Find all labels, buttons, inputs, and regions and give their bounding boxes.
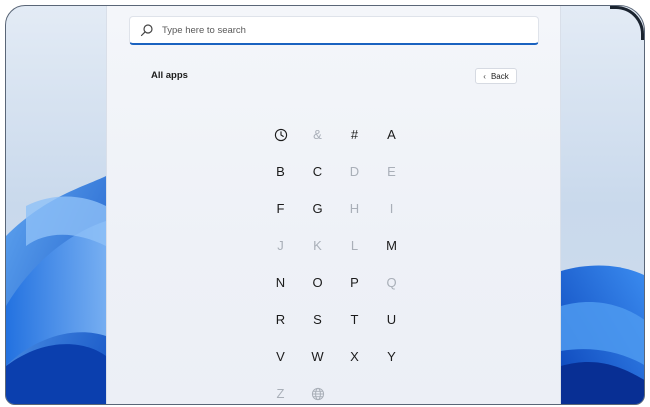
letter-label: S <box>313 312 322 327</box>
letter-cell[interactable]: R <box>262 301 299 338</box>
letter-cell[interactable]: F <box>262 190 299 227</box>
globe-icon <box>311 387 324 400</box>
letter-cell[interactable]: # <box>336 116 373 153</box>
letter-label: Q <box>386 275 397 290</box>
letter-cell: J <box>262 227 299 264</box>
letter-cell[interactable]: P <box>336 264 373 301</box>
letter-label: Z <box>276 386 285 401</box>
letter-cell[interactable]: A <box>373 116 410 153</box>
letter-cell-clock[interactable] <box>262 116 299 153</box>
letter-jump-grid: & # A B C D E F G H I J K L M N O P Q R S T U V W X Y Z <box>262 116 410 404</box>
back-button-label: Back <box>490 71 509 81</box>
letter-cell[interactable]: G <box>299 190 336 227</box>
letter-cell[interactable]: M <box>373 227 410 264</box>
letter-cell[interactable]: T <box>336 301 373 338</box>
letter-label: E <box>387 164 396 179</box>
search-input[interactable] <box>162 24 538 36</box>
letter-cell: H <box>336 190 373 227</box>
letter-cell: Z <box>262 375 299 404</box>
clock-icon <box>274 128 287 141</box>
letter-label: H <box>349 201 360 216</box>
letter-cell: D <box>336 153 373 190</box>
letter-cell-globe <box>299 375 336 404</box>
letter-cell: I <box>373 190 410 227</box>
letter-cell: K <box>299 227 336 264</box>
letter-cell[interactable]: O <box>299 264 336 301</box>
letter-label: U <box>386 312 397 327</box>
letter-label: Y <box>387 349 396 364</box>
letter-label: O <box>312 275 323 290</box>
all-apps-heading: All apps <box>151 70 188 81</box>
letter-cell[interactable]: S <box>299 301 336 338</box>
letter-cell[interactable]: U <box>373 301 410 338</box>
search-box[interactable] <box>129 16 539 45</box>
letter-cell: L <box>336 227 373 264</box>
letter-cell: Q <box>373 264 410 301</box>
letter-label: M <box>386 238 397 253</box>
letter-cell[interactable]: W <box>299 338 336 375</box>
letter-label: J <box>277 238 284 253</box>
desktop-screen: All apps ‹ Back & # A B C D E F G H I J K L M N O P Q R S T U V… <box>5 5 645 405</box>
letter-cell[interactable]: C <box>299 153 336 190</box>
letter-label: K <box>313 238 322 253</box>
letter-label: I <box>389 201 394 216</box>
letter-label: # <box>350 127 359 142</box>
chevron-left-icon: ‹ <box>483 71 486 81</box>
letter-label: P <box>350 275 359 290</box>
letter-label: A <box>387 127 396 142</box>
letter-label: W <box>311 349 324 364</box>
letter-label: & <box>313 127 322 142</box>
letter-cell: & <box>299 116 336 153</box>
start-menu: All apps ‹ Back & # A B C D E F G H I J K L M N O P Q R S T U V… <box>106 6 561 404</box>
letter-label: L <box>350 238 359 253</box>
letter-cell[interactable]: N <box>262 264 299 301</box>
letter-label: N <box>275 275 286 290</box>
letter-label: X <box>350 349 359 364</box>
letter-label: V <box>276 349 285 364</box>
back-button[interactable]: ‹ Back <box>475 68 517 84</box>
letter-label: D <box>349 164 360 179</box>
search-icon <box>140 24 153 37</box>
letter-label: B <box>276 164 285 179</box>
letter-cell[interactable]: V <box>262 338 299 375</box>
letter-cell[interactable]: B <box>262 153 299 190</box>
letter-label: C <box>312 164 323 179</box>
letter-label: R <box>275 312 286 327</box>
letter-cell[interactable]: Y <box>373 338 410 375</box>
letter-label: T <box>350 312 359 327</box>
letter-cell: E <box>373 153 410 190</box>
letter-label: F <box>276 201 285 216</box>
letter-label: G <box>312 201 323 216</box>
letter-cell[interactable]: X <box>336 338 373 375</box>
